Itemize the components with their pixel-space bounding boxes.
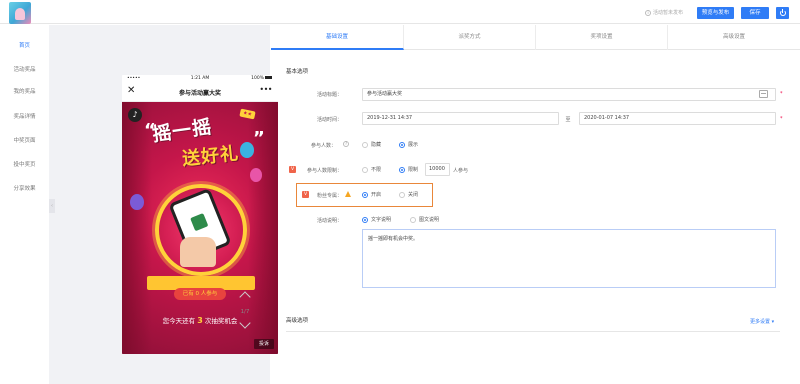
top-bar: i 活动暂未发布 预览与发布 保存 <box>0 0 800 24</box>
count-label: 参与人数： <box>310 143 336 149</box>
sidebar-item-my-prizes[interactable]: 我的奖品 <box>0 87 49 95</box>
remaining-suffix: 次抽奖机会 <box>204 317 238 325</box>
music-icon[interactable]: ♪ <box>128 108 142 122</box>
desc-text-radio[interactable]: 文字说明 <box>362 216 391 223</box>
hand-illustration <box>180 237 216 267</box>
fans-on-radio[interactable]: 开启 <box>362 191 381 198</box>
end-time-input[interactable]: 2020-01-07 14:37 <box>579 112 776 125</box>
limit-count-input[interactable]: 10000 <box>425 163 450 176</box>
quote-close-decoration: ” <box>253 128 265 149</box>
required-mark: * <box>780 116 783 122</box>
phone-nav-bar: ✕ 参与活动赢大奖 ••• <box>122 82 278 102</box>
page-pager: 1/7 <box>237 289 253 329</box>
collapse-sidebar-handle[interactable]: ‹ <box>49 199 55 213</box>
required-mark: * <box>780 91 783 97</box>
limit-none-radio[interactable]: 不限 <box>362 166 381 173</box>
banner-subheadline: 送好礼 <box>181 143 241 170</box>
tab-basic[interactable]: 基础设置 <box>271 25 404 50</box>
badge-decoration: ★★ <box>239 108 256 120</box>
desc-image-label: 图文说明 <box>419 217 440 223</box>
basic-section-title: 基本选项 <box>286 69 309 75</box>
sidebar-item-submit-page[interactable]: 投中奖页 <box>0 160 49 168</box>
sidebar-item-share[interactable]: 分享效果 <box>0 184 49 192</box>
chevron-up-icon[interactable] <box>239 291 251 303</box>
chevron-down-icon[interactable] <box>239 317 251 329</box>
radio-dot <box>399 166 405 173</box>
limit-label: 参与人数限制： <box>306 168 342 174</box>
more-icon[interactable]: ••• <box>259 85 272 94</box>
start-time-input[interactable]: 2019-12-31 14:37 <box>362 112 559 125</box>
participants-pill: 已有 0 人参与 <box>174 288 226 300</box>
limit-on-radio[interactable]: 限制 <box>399 166 418 173</box>
info-icon: i <box>645 9 651 16</box>
fans-on-label: 开启 <box>371 192 382 198</box>
emoji-picker-icon[interactable] <box>759 90 768 98</box>
preview-publish-button[interactable]: 预览与发布 <box>697 7 734 19</box>
more-settings-link[interactable]: 更多设置 ▾ <box>750 318 774 325</box>
balloon-pink <box>250 168 262 182</box>
limit-on-label: 限制 <box>408 167 419 173</box>
battery-indicator: 100% <box>251 76 272 81</box>
advanced-section-title: 高级选项 <box>286 318 309 324</box>
phone-page-title: 参与活动赢大奖 <box>178 90 221 97</box>
sidebar-item-prizes[interactable]: 活动奖品 <box>0 65 49 73</box>
tab-advanced[interactable]: 高级设置 <box>668 25 800 50</box>
desc-label: 活动说明： <box>316 218 342 224</box>
count-show-label: 展示 <box>408 142 419 148</box>
remaining-prefix: 您今天还有 <box>162 317 196 325</box>
count-show-radio[interactable]: 展示 <box>399 141 418 148</box>
tab-delivery[interactable]: 派奖方式 <box>404 25 536 50</box>
time-label: 活动时间： <box>316 117 342 123</box>
battery-text: 100% <box>251 76 264 81</box>
sidebar-item-home[interactable]: 首页 <box>0 41 49 49</box>
activity-banner[interactable]: ♪ ★★ “ ” 摇一摇 送好礼 已有 0 人参与 您今天还有 3 次抽奖机会 … <box>122 102 278 354</box>
tab-prizes[interactable]: 奖项设置 <box>536 25 668 50</box>
report-button[interactable]: 投诉 <box>254 339 274 349</box>
count-hide-radio[interactable]: 隐藏 <box>362 141 381 148</box>
radio-dot <box>399 141 405 148</box>
radio-dot <box>362 191 368 198</box>
save-button[interactable]: 保存 <box>741 7 769 19</box>
app-logo[interactable] <box>9 2 31 24</box>
radio-dot <box>399 191 405 198</box>
remaining-count: 3 <box>197 316 203 325</box>
warning-icon <box>345 191 351 197</box>
publish-status: i 活动暂未发布 <box>645 9 683 16</box>
page-indicator: 1/7 <box>240 309 250 315</box>
settings-tabs: 基础设置 派奖方式 奖项设置 高级设置 <box>271 25 800 50</box>
count-hide-label: 隐藏 <box>371 142 382 148</box>
preview-area: ‹ ••••• 1:21 AM 100% ✕ 参与活动赢大奖 ••• ♪ ★★ … <box>49 25 278 384</box>
desc-image-radio[interactable]: 图文说明 <box>410 216 439 223</box>
power-icon <box>779 9 786 16</box>
remaining-chances-text: 您今天还有 3 次抽奖机会 <box>122 315 278 325</box>
radio-dot <box>362 166 368 173</box>
desc-text-label: 文字说明 <box>371 217 392 223</box>
limit-none-label: 不限 <box>371 167 382 173</box>
vip-icon: V <box>302 191 309 198</box>
phone-status-bar: ••••• 1:21 AM 100% <box>122 75 278 82</box>
publish-status-text: 活动暂未发布 <box>653 10 684 16</box>
description-textarea[interactable]: 摇一摇即有机会中奖。 <box>362 229 776 288</box>
to-label: 至 <box>565 117 571 123</box>
balloon-blue <box>240 142 254 158</box>
vip-icon: V <box>289 166 296 173</box>
radio-dot <box>362 141 368 148</box>
balloon-purple <box>130 194 144 210</box>
title-label: 活动标题： <box>316 92 342 98</box>
radio-dot <box>410 216 416 223</box>
limit-unit-label: 人参与 <box>453 168 469 174</box>
section-divider <box>286 331 780 332</box>
fans-off-label: 关闭 <box>408 192 419 198</box>
fans-off-radio[interactable]: 关闭 <box>399 191 418 198</box>
sidebar-item-prize-detail[interactable]: 奖品详情 <box>0 112 49 120</box>
help-icon[interactable]: ? <box>343 141 349 147</box>
phone-preview: ••••• 1:21 AM 100% ✕ 参与活动赢大奖 ••• ♪ ★★ “ … <box>122 75 278 354</box>
exit-button[interactable] <box>776 7 789 19</box>
sidebar: 首页 活动奖品 我的奖品 奖品详情 中奖页面 投中奖页 分享效果 <box>0 25 49 384</box>
title-input[interactable]: 参与活动赢大奖 <box>362 88 776 101</box>
radio-dot <box>362 216 368 223</box>
sidebar-item-win-page[interactable]: 中奖页面 <box>0 136 49 144</box>
fans-label: 粉丝专属： <box>316 193 342 199</box>
